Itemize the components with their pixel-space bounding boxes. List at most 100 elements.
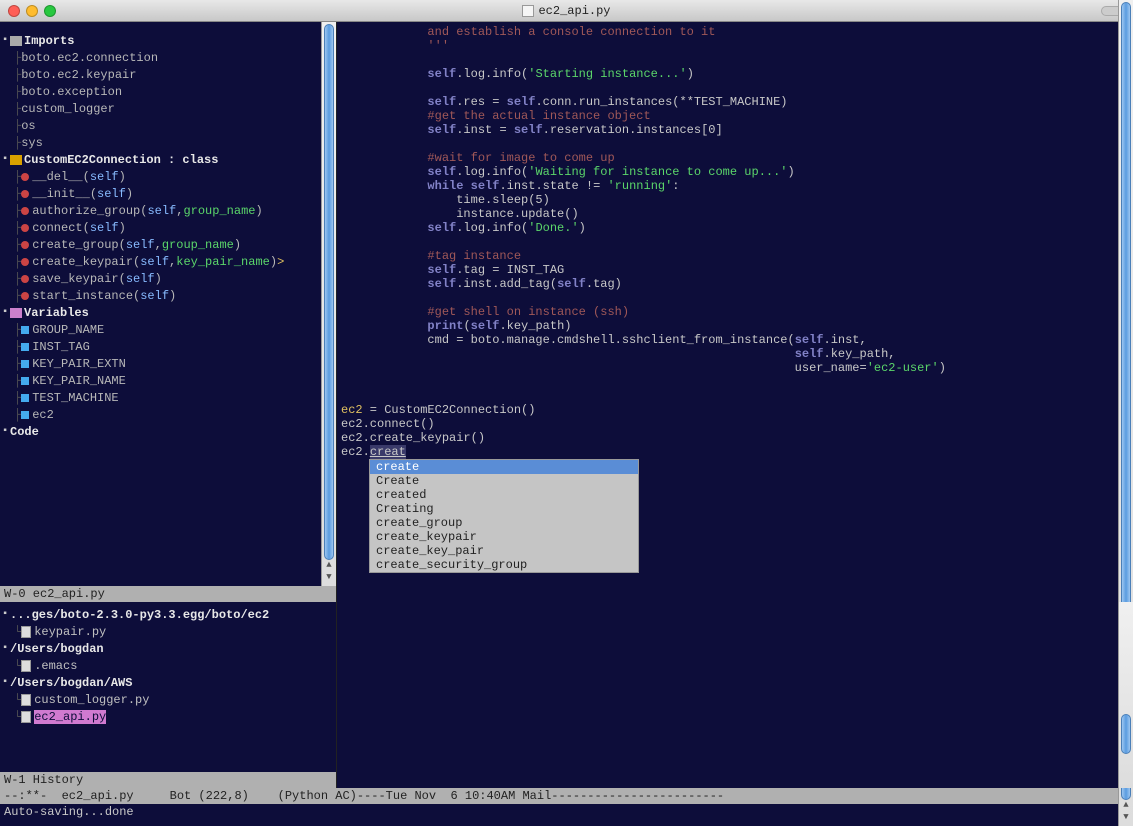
scroll-thumb[interactable] xyxy=(324,24,334,560)
expand-icon[interactable]: ▪ xyxy=(0,426,10,437)
collapse-icon[interactable]: ▪ xyxy=(0,643,10,654)
outline-variable[interactable]: ├KEY_PAIR_NAME xyxy=(0,372,336,389)
code-line[interactable]: time.sleep(5) xyxy=(341,193,1133,207)
file-icon xyxy=(21,694,31,706)
variable-icon xyxy=(21,360,29,368)
outline-method[interactable]: ├create_keypair (self,key_pair_name)> xyxy=(0,253,336,270)
code-line[interactable]: self.log.info('Waiting for instance to c… xyxy=(341,165,1133,179)
completion-item[interactable]: created xyxy=(370,488,638,502)
outline-import-item[interactable]: ├boto.ec2.connection xyxy=(0,49,336,66)
completion-item[interactable]: create xyxy=(370,460,638,474)
completion-popup[interactable]: createCreatecreatedCreatingcreate_groupc… xyxy=(369,459,639,573)
scroll-down-arrow-icon[interactable]: ▼ xyxy=(322,572,336,586)
method-icon xyxy=(21,258,29,266)
outline-variable[interactable]: ├INST_TAG xyxy=(0,338,336,355)
outline-variable[interactable]: ├ec2 xyxy=(0,406,336,423)
code-line[interactable]: #tag instance xyxy=(341,249,1133,263)
editor-empty-area xyxy=(337,602,1133,788)
outline-variable[interactable]: ├GROUP_NAME xyxy=(0,321,336,338)
completion-item[interactable]: create_group xyxy=(370,516,638,530)
code-line[interactable] xyxy=(341,375,1133,389)
code-line[interactable] xyxy=(341,235,1133,249)
outline-variable[interactable]: ├KEY_PAIR_EXTN xyxy=(0,355,336,372)
method-icon xyxy=(21,173,29,181)
outline-pane[interactable]: ▪ Imports├boto.ec2.connection├boto.ec2.ke… xyxy=(0,22,336,586)
outline-section[interactable]: ▪Variables xyxy=(0,304,336,321)
code-line[interactable]: ec2.connect() xyxy=(341,417,1133,431)
completion-item[interactable]: create_keypair xyxy=(370,530,638,544)
code-line[interactable]: self.tag = INST_TAG xyxy=(341,263,1133,277)
method-icon xyxy=(21,275,29,283)
collapse-icon[interactable]: ▪ xyxy=(0,609,10,620)
code-line[interactable]: self.inst = self.reservation.instances[0… xyxy=(341,123,1133,137)
document-icon xyxy=(522,5,534,17)
history-group[interactable]: ▪...ges/boto-2.3.0-py3.3.egg/boto/ec2 xyxy=(0,606,336,623)
outline-section[interactable]: ▪ Imports xyxy=(0,32,336,49)
completion-item[interactable]: create_security_group xyxy=(370,558,638,572)
collapse-icon[interactable]: ▪ xyxy=(0,307,10,318)
code-line[interactable]: #get shell on instance (ssh) xyxy=(341,305,1133,319)
history-file[interactable]: └.emacs xyxy=(0,657,336,674)
history-group[interactable]: ▪/Users/bogdan xyxy=(0,640,336,657)
history-group-label: ...ges/boto-2.3.0-py3.3.egg/boto/ec2 xyxy=(10,608,269,622)
history-group[interactable]: ▪/Users/bogdan/AWS xyxy=(0,674,336,691)
scroll-thumb[interactable] xyxy=(1121,714,1131,754)
variable-icon xyxy=(21,326,29,334)
outline-method[interactable]: ├start_instance (self) xyxy=(0,287,336,304)
code-editor[interactable]: and establish a console connection to it… xyxy=(337,22,1133,602)
outline-method[interactable]: ├connect (self) xyxy=(0,219,336,236)
code-line[interactable]: self.res = self.conn.run_instances(**TES… xyxy=(341,95,1133,109)
code-line[interactable]: user_name='ec2-user') xyxy=(341,361,1133,375)
code-line[interactable]: self.key_path, xyxy=(341,347,1133,361)
code-line[interactable]: while self.inst.state != 'running': xyxy=(341,179,1133,193)
completion-item[interactable]: Create xyxy=(370,474,638,488)
outline-import-item[interactable]: ├os xyxy=(0,117,336,134)
outline-import-item[interactable]: ├custom_logger xyxy=(0,100,336,117)
code-line[interactable]: ec2.creat xyxy=(341,445,1133,459)
outline-method[interactable]: ├authorize_group (self,group_name) xyxy=(0,202,336,219)
history-file-label: ec2_api.py xyxy=(34,710,106,724)
method-icon xyxy=(21,224,29,232)
history-file[interactable]: └keypair.py xyxy=(0,623,336,640)
collapse-icon[interactable]: ▪ xyxy=(0,677,10,688)
outline-method[interactable]: ├__del__ (self) xyxy=(0,168,336,185)
code-line[interactable]: self.log.info('Starting instance...') xyxy=(341,67,1133,81)
code-line[interactable]: self.log.info('Done.') xyxy=(341,221,1133,235)
history-file[interactable]: └ec2_api.py xyxy=(0,708,336,725)
outline-method[interactable]: ├create_group (self,group_name) xyxy=(0,236,336,253)
code-line[interactable]: ''' xyxy=(341,39,1133,53)
code-line[interactable]: #wait for image to come up xyxy=(341,151,1133,165)
completion-item[interactable]: create_key_pair xyxy=(370,544,638,558)
code-line[interactable] xyxy=(341,81,1133,95)
scrollbar[interactable]: ▲ ▼ xyxy=(321,22,336,586)
section-label: Imports xyxy=(24,34,74,48)
code-line[interactable]: #get the actual instance object xyxy=(341,109,1133,123)
outline-method[interactable]: ├save_keypair (self) xyxy=(0,270,336,287)
completion-item[interactable]: Creating xyxy=(370,502,638,516)
history-group-label: /Users/bogdan/AWS xyxy=(10,676,132,690)
collapse-icon[interactable]: ▪ xyxy=(0,35,10,46)
history-file[interactable]: └custom_logger.py xyxy=(0,691,336,708)
scrollbar[interactable] xyxy=(1118,602,1133,788)
code-line[interactable]: and establish a console connection to it xyxy=(341,25,1133,39)
outline-variable[interactable]: ├TEST_MACHINE xyxy=(0,389,336,406)
outline-import-item[interactable]: ├sys xyxy=(0,134,336,151)
outline-method[interactable]: ├__init__ (self) xyxy=(0,185,336,202)
code-line[interactable]: self.inst.add_tag(self.tag) xyxy=(341,277,1133,291)
variables-icon xyxy=(10,308,22,318)
outline-section[interactable]: ▪CustomEC2Connection : class xyxy=(0,151,336,168)
code-line[interactable]: ec2.create_keypair() xyxy=(341,431,1133,445)
code-line[interactable] xyxy=(341,389,1133,403)
code-line[interactable]: print(self.key_path) xyxy=(341,319,1133,333)
collapse-icon[interactable]: ▪ xyxy=(0,154,10,165)
code-line[interactable] xyxy=(341,291,1133,305)
code-line[interactable]: cmd = boto.manage.cmdshell.sshclient_fro… xyxy=(341,333,1133,347)
outline-import-item[interactable]: ├boto.exception xyxy=(0,83,336,100)
code-line[interactable]: instance.update() xyxy=(341,207,1133,221)
code-line[interactable]: ec2 = CustomEC2Connection() xyxy=(341,403,1133,417)
code-line[interactable] xyxy=(341,53,1133,67)
history-pane[interactable]: ▲ ▼ ▪...ges/boto-2.3.0-py3.3.egg/boto/ec… xyxy=(0,602,336,772)
code-line[interactable] xyxy=(341,137,1133,151)
outline-import-item[interactable]: ├boto.ec2.keypair xyxy=(0,66,336,83)
outline-section[interactable]: ▪Code xyxy=(0,423,336,440)
